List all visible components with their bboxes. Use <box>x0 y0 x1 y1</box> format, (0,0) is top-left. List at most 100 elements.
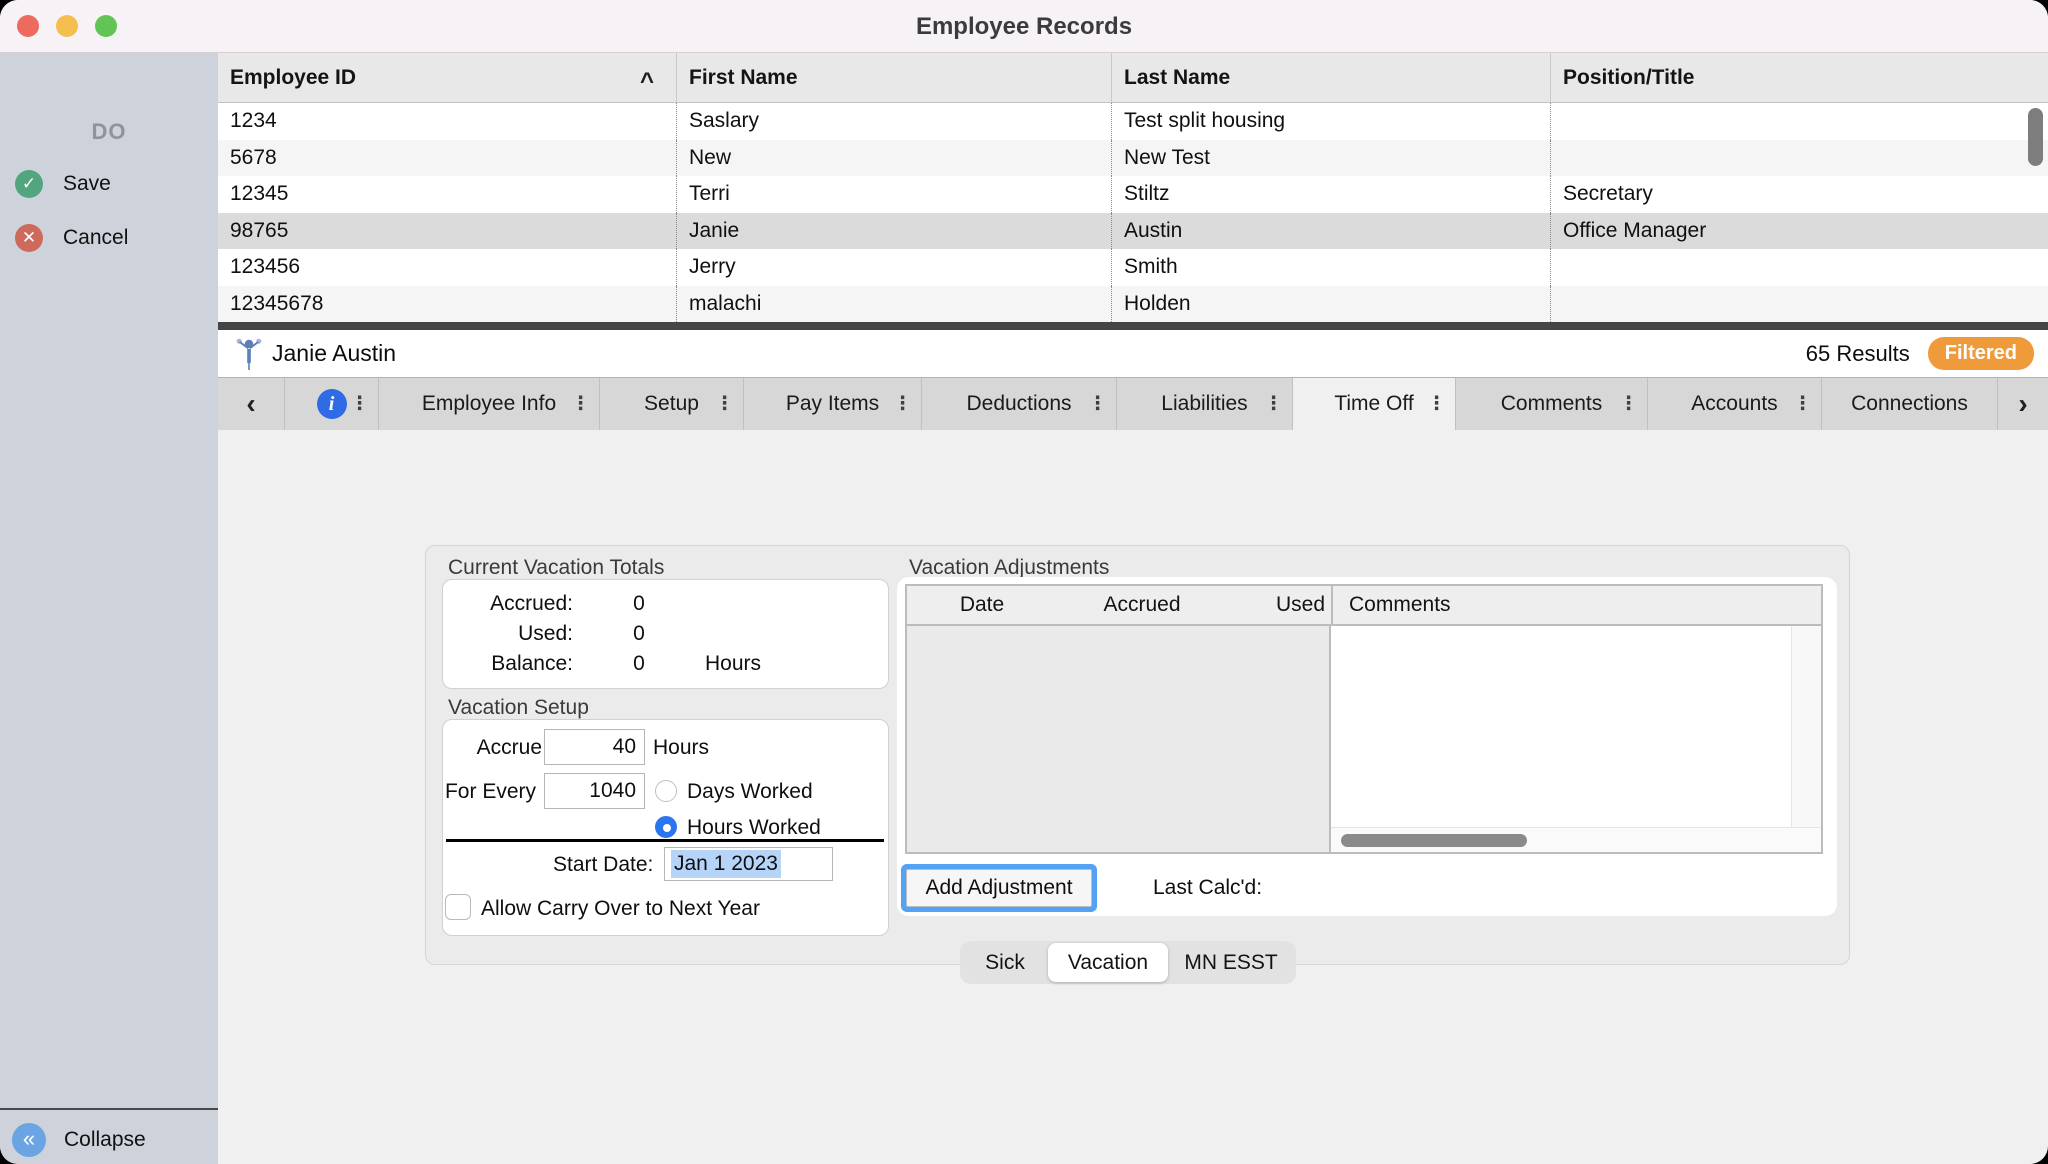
adj-column-used[interactable]: Used <box>1227 593 1331 617</box>
sidebar-header: DO <box>0 119 218 145</box>
hours-worked-radio[interactable] <box>655 816 677 838</box>
table-row[interactable]: 5678 New New Test <box>218 140 2048 177</box>
tab-accounts[interactable]: Accounts ⋮ <box>1648 378 1822 430</box>
time-off-type-segmented-control: Sick Vacation MN ESST <box>960 941 1296 984</box>
segment-vacation[interactable]: Vacation <box>1048 943 1168 982</box>
table-vertical-scrollbar[interactable] <box>2028 108 2043 166</box>
vacation-totals-box: Accrued: 0 Used: 0 Balance: 0 Hours <box>442 579 889 689</box>
sort-ascending-icon: ^ <box>640 77 654 87</box>
used-value: 0 <box>573 622 705 646</box>
table-row[interactable]: 123456 Jerry Smith <box>218 249 2048 286</box>
tab-comments[interactable]: Comments ⋮ <box>1456 378 1648 430</box>
scrollbar-thumb[interactable] <box>1341 834 1527 847</box>
save-button[interactable]: ✓ Save <box>0 169 218 199</box>
carry-over-checkbox[interactable] <box>445 894 471 920</box>
tabs-scroll-back-button[interactable]: ‹ <box>218 378 285 430</box>
column-header-last-name[interactable]: Last Name <box>1111 53 1550 102</box>
for-every-label: For Every <box>445 780 536 804</box>
column-header-position[interactable]: Position/Title <box>1550 53 2048 102</box>
adj-column-date[interactable]: Date <box>907 593 1057 617</box>
info-icon: i <box>317 389 347 419</box>
window-title: Employee Records <box>0 0 2048 53</box>
segment-sick[interactable]: Sick <box>962 943 1048 982</box>
tab-menu-icon[interactable]: ⋮ <box>715 393 734 416</box>
filtered-badge[interactable]: Filtered <box>1928 337 2034 370</box>
used-label: Used: <box>443 622 573 646</box>
balance-value: 0 <box>573 652 705 676</box>
app-window: Employee Records DO ✓ Save ✕ Cancel « Co… <box>0 0 2048 1164</box>
setup-section-title: Vacation Setup <box>448 696 589 720</box>
table-row[interactable]: 12345 Terri Stiltz Secretary <box>218 176 2048 213</box>
accrue-label: Accrue <box>477 736 542 760</box>
tab-menu-icon[interactable]: ⋮ <box>571 393 590 416</box>
table-row[interactable]: 1234 Saslary Test split housing <box>218 103 2048 140</box>
save-check-icon: ✓ <box>15 170 43 198</box>
start-date-selected-text: Jan 1 2023 <box>671 850 781 878</box>
carry-over-label: Allow Carry Over to Next Year <box>481 897 760 921</box>
add-adjustment-button[interactable]: Add Adjustment <box>906 869 1092 907</box>
tab-menu-icon[interactable]: ⋮ <box>1427 393 1446 416</box>
column-header-employee-id[interactable]: Employee ID ^ <box>218 53 676 102</box>
accrued-total-row: Accrued: 0 <box>443 592 888 616</box>
for-every-input[interactable]: 1040 <box>544 773 645 809</box>
adjustments-table-body <box>907 626 1821 852</box>
start-date-input[interactable]: Jan 1 2023 <box>664 847 833 881</box>
accrue-input[interactable]: 40 <box>544 729 645 765</box>
last-calcd-label: Last Calc'd: <box>1153 876 1262 900</box>
tab-menu-icon[interactable]: ⋮ <box>1619 393 1638 416</box>
record-bar: Janie Austin 65 Results Filtered <box>218 330 2048 377</box>
collapse-label: Collapse <box>64 1128 146 1152</box>
adjustments-empty-rows <box>907 626 1331 852</box>
tab-setup[interactable]: Setup ⋮ <box>600 378 744 430</box>
tab-time-off[interactable]: Time Off ⋮ <box>1293 378 1456 430</box>
table-row[interactable]: 12345678 malachi Holden <box>218 286 2048 323</box>
employee-table-header: Employee ID ^ First Name Last Name Posit… <box>218 53 2048 103</box>
setup-divider <box>446 839 884 842</box>
accrue-unit-label: Hours <box>653 736 709 760</box>
table-horizontal-scrollbar[interactable] <box>218 322 2048 330</box>
tab-menu-icon[interactable]: ⋮ <box>350 393 369 416</box>
days-worked-radio[interactable] <box>655 780 677 802</box>
tab-employee-info[interactable]: Employee Info ⋮ <box>379 378 600 430</box>
time-off-panel: Current Vacation Totals Accrued: 0 Used:… <box>425 545 1850 965</box>
adjustments-table-header: Date Accrued Used Comments <box>907 586 1821 626</box>
tab-bar: ‹ i ⋮ Employee Info ⋮ Setup ⋮ Pay Items … <box>218 377 2048 430</box>
tab-pay-items[interactable]: Pay Items ⋮ <box>744 378 922 430</box>
tab-menu-icon[interactable]: ⋮ <box>1088 393 1107 416</box>
cancel-button[interactable]: ✕ Cancel <box>0 223 218 253</box>
totals-section-title: Current Vacation Totals <box>448 556 664 580</box>
tab-menu-icon[interactable]: ⋮ <box>1264 393 1283 416</box>
comments-area[interactable] <box>1331 626 1791 827</box>
tab-liabilities[interactable]: Liabilities ⋮ <box>1117 378 1293 430</box>
tab-menu-icon[interactable]: ⋮ <box>1793 393 1812 416</box>
balance-label: Balance: <box>443 652 573 676</box>
sidebar-divider <box>0 1108 218 1110</box>
tab-deductions[interactable]: Deductions ⋮ <box>922 378 1117 430</box>
cancel-x-icon: ✕ <box>15 224 43 252</box>
adj-column-comments[interactable]: Comments <box>1331 586 1821 624</box>
adj-column-accrued[interactable]: Accrued <box>1057 593 1227 617</box>
hours-worked-label: Hours Worked <box>687 816 821 840</box>
column-header-first-name[interactable]: First Name <box>676 53 1111 102</box>
vacation-adjustments-container: Date Accrued Used Comments <box>897 577 1837 916</box>
tab-connections[interactable]: Connections <box>1822 378 1998 430</box>
collapse-button[interactable]: « Collapse <box>0 1120 218 1160</box>
days-worked-label: Days Worked <box>687 780 813 804</box>
results-count: 65 Results <box>1806 341 1910 367</box>
employee-table: Employee ID ^ First Name Last Name Posit… <box>218 53 2048 330</box>
vacation-setup-box: Accrue 40 Hours For Every 1040 Days Work… <box>442 719 889 936</box>
table-row-selected[interactable]: 98765 Janie Austin Office Manager <box>218 213 2048 250</box>
balance-total-row: Balance: 0 Hours <box>443 652 888 676</box>
hours-unit-label: Hours <box>705 652 761 676</box>
collapse-chevrons-icon: « <box>12 1123 46 1157</box>
tab-menu-icon[interactable]: ⋮ <box>893 393 912 416</box>
segment-mn-esst[interactable]: MN ESST <box>1168 943 1294 982</box>
person-icon <box>236 337 262 371</box>
comments-horizontal-scrollbar[interactable] <box>1331 827 1821 852</box>
tab-info[interactable]: i ⋮ <box>285 378 379 430</box>
adjustments-table: Date Accrued Used Comments <box>905 584 1823 854</box>
cancel-label: Cancel <box>63 226 128 250</box>
comments-vertical-scrollbar[interactable] <box>1791 626 1821 827</box>
tabs-scroll-forward-button[interactable]: › <box>1998 378 2048 430</box>
accrued-value: 0 <box>573 592 705 616</box>
